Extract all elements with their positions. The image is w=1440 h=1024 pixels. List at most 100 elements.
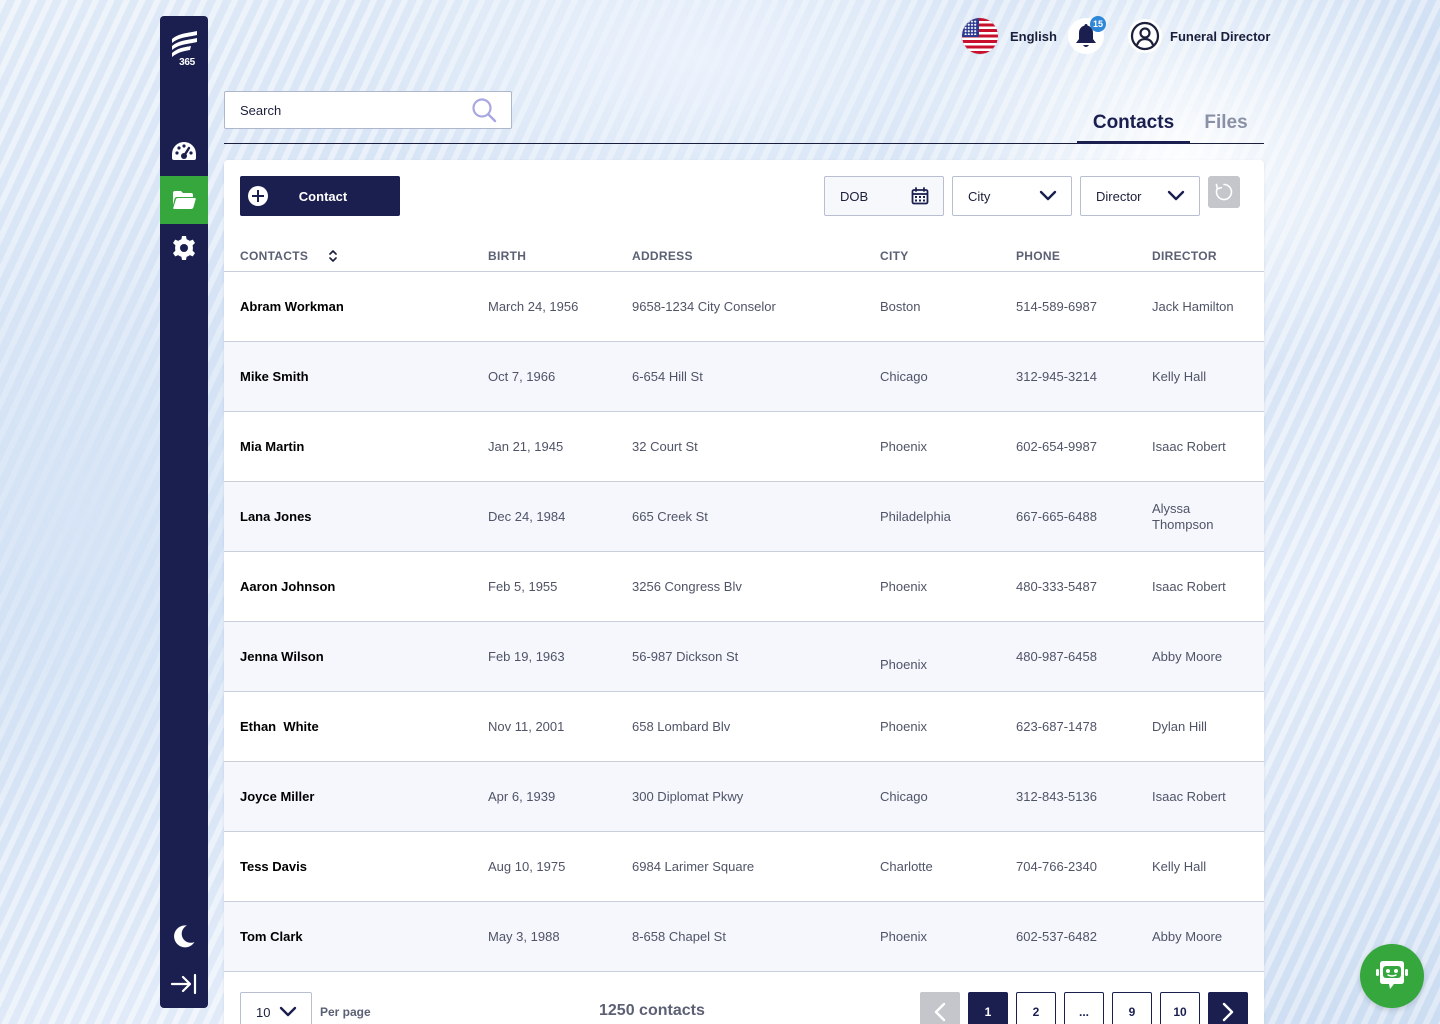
logo-text: 365 (179, 56, 195, 68)
chevron-down-icon (1167, 190, 1185, 201)
sort-icon[interactable] (328, 249, 338, 263)
column-header-birth: BIRTH (488, 249, 527, 263)
column-header-phone: PHONE (1016, 249, 1061, 263)
table-row[interactable]: Tess Davis Aug 10, 1975 6984 Larimer Squ… (224, 832, 1264, 902)
address: 300 Diplomat Pkwy (632, 788, 744, 804)
next-page-button[interactable] (1208, 992, 1248, 1024)
director-filter[interactable]: Director (1080, 176, 1200, 216)
director: Kelly Hall (1152, 368, 1207, 384)
table-row[interactable]: Aaron Johnson Feb 5, 1955 3256 Congress … (224, 552, 1264, 622)
director: Dylan Hill (1152, 718, 1207, 734)
table-row[interactable]: Lana Jones Dec 24, 1984 665 Creek St Phi… (224, 482, 1264, 552)
collapse-sidebar-button[interactable] (160, 960, 208, 1008)
avatar (1128, 19, 1162, 53)
contact-name[interactable]: Tess Davis (240, 832, 480, 901)
prev-page-button[interactable] (920, 992, 960, 1024)
folder-icon (173, 191, 196, 209)
table-row[interactable]: Joyce Miller Apr 6, 1939 300 Diplomat Pk… (224, 762, 1264, 832)
contact-name[interactable]: Aaron Johnson (240, 552, 480, 621)
table-row[interactable]: Mike Smith Oct 7, 1966 6-654 Hill St Chi… (224, 342, 1264, 412)
tab-contacts[interactable]: Contacts (1077, 112, 1190, 144)
contact-name[interactable]: Jenna Wilson (240, 622, 480, 691)
city: Philadelphia (880, 508, 951, 524)
table-row[interactable]: Abram Workman March 24, 1956 9658-1234 C… (224, 272, 1264, 342)
contacts-panel: Contact DOB City Director CONTACTS BIRTH… (224, 160, 1264, 1024)
city: Phoenix (880, 928, 927, 944)
address: 9658-1234 City Conselor (632, 298, 776, 314)
per-page-label: Per page (320, 1005, 371, 1019)
table-row[interactable]: Tom Clark May 3, 1988 8-658 Chapel St Ph… (224, 902, 1264, 972)
chevron-right-icon (1222, 1002, 1234, 1022)
birth-date: March 24, 1956 (488, 298, 579, 314)
phone: 623-687-1478 (1016, 718, 1097, 734)
director: Abby Moore (1152, 928, 1223, 944)
sidebar-item-dashboard[interactable] (160, 128, 208, 176)
contact-name[interactable]: Mia Martin (240, 412, 480, 481)
page-button-10[interactable]: 10 (1160, 992, 1200, 1024)
director: Isaac Robert (1152, 788, 1226, 804)
city: Phoenix (880, 578, 927, 594)
page-button-1[interactable]: 1 (968, 992, 1008, 1024)
birth-date: May 3, 1988 (488, 928, 560, 944)
per-page-select[interactable]: 10 (240, 992, 312, 1024)
city: Phoenix (880, 656, 927, 672)
tab-files[interactable]: Files (1196, 112, 1256, 144)
phone: 602-537-6482 (1016, 928, 1097, 944)
birth-date: Oct 7, 1966 (488, 368, 556, 384)
director: Isaac Robert (1152, 578, 1226, 594)
birth-date: Apr 6, 1939 (488, 788, 556, 804)
chevron-down-icon (279, 1006, 297, 1017)
app-logo[interactable]: 365 (166, 24, 202, 72)
user-profile-menu[interactable]: Funeral Director (1128, 18, 1270, 54)
chatbot-button[interactable] (1360, 944, 1424, 1008)
address: 6-654 Hill St (632, 368, 703, 384)
sidebar-item-contacts[interactable] (160, 176, 208, 224)
logo-waves-icon (172, 30, 197, 57)
address: 3256 Congress Blv (632, 578, 742, 594)
column-header-address: ADDRESS (632, 249, 693, 263)
per-page-value: 10 (256, 1004, 271, 1020)
notifications-button[interactable]: 15 (1068, 16, 1106, 54)
contact-name[interactable]: Mike Smith (240, 342, 480, 411)
contact-name[interactable]: Tom Clark (240, 902, 480, 971)
add-contact-button[interactable]: Contact (240, 176, 400, 216)
address: 665 Creek St (632, 508, 708, 524)
contact-name[interactable]: Joyce Miller (240, 762, 480, 831)
column-header-contacts[interactable]: CONTACTS (240, 249, 338, 263)
city-filter[interactable]: City (952, 176, 1072, 216)
birth-date: Feb 19, 1963 (488, 648, 565, 664)
city-filter-label: City (968, 188, 991, 204)
search-icon[interactable] (471, 97, 497, 123)
column-header-director: DIRECTOR (1152, 249, 1217, 263)
director: Alyssa Thompson (1152, 500, 1214, 532)
contact-name[interactable]: Lana Jones (240, 482, 480, 551)
director: Isaac Robert (1152, 438, 1226, 454)
table-row[interactable]: Ethan White Nov 11, 2001 658 Lombard Blv… (224, 692, 1264, 762)
page-button-9[interactable]: 9 (1112, 992, 1152, 1024)
arrow-to-right-icon (171, 973, 197, 995)
sidebar: 365 (160, 16, 208, 1008)
search-input[interactable] (240, 102, 471, 118)
birth-date: Dec 24, 1984 (488, 508, 566, 524)
dob-filter[interactable]: DOB (824, 176, 944, 216)
sidebar-item-settings[interactable] (160, 224, 208, 272)
city: Boston (880, 298, 921, 314)
phone: 312-843-5136 (1016, 788, 1097, 804)
city: Charlotte (880, 858, 933, 874)
address: 56-987 Dickson St (632, 648, 739, 664)
calendar-icon (911, 187, 929, 205)
contact-name[interactable]: Ethan White (240, 692, 480, 761)
table-row[interactable]: Mia Martin Jan 21, 1945 32 Court St Phoe… (224, 412, 1264, 482)
reset-filters-button[interactable] (1208, 176, 1240, 208)
table-row[interactable]: Jenna Wilson Feb 19, 1963 56-987 Dickson… (224, 622, 1264, 692)
contacts-table-body: Abram Workman March 24, 1956 9658-1234 C… (224, 272, 1264, 972)
refresh-icon (1215, 183, 1233, 201)
contact-name[interactable]: Abram Workman (240, 272, 480, 341)
language-label: English (1010, 28, 1057, 44)
city: Phoenix (880, 438, 927, 454)
language-selector[interactable]: English (962, 18, 1057, 54)
page-ellipsis[interactable]: ... (1064, 992, 1104, 1024)
dark-mode-toggle[interactable] (160, 912, 208, 960)
page-button-2[interactable]: 2 (1016, 992, 1056, 1024)
phone: 514-589-6987 (1016, 298, 1097, 314)
